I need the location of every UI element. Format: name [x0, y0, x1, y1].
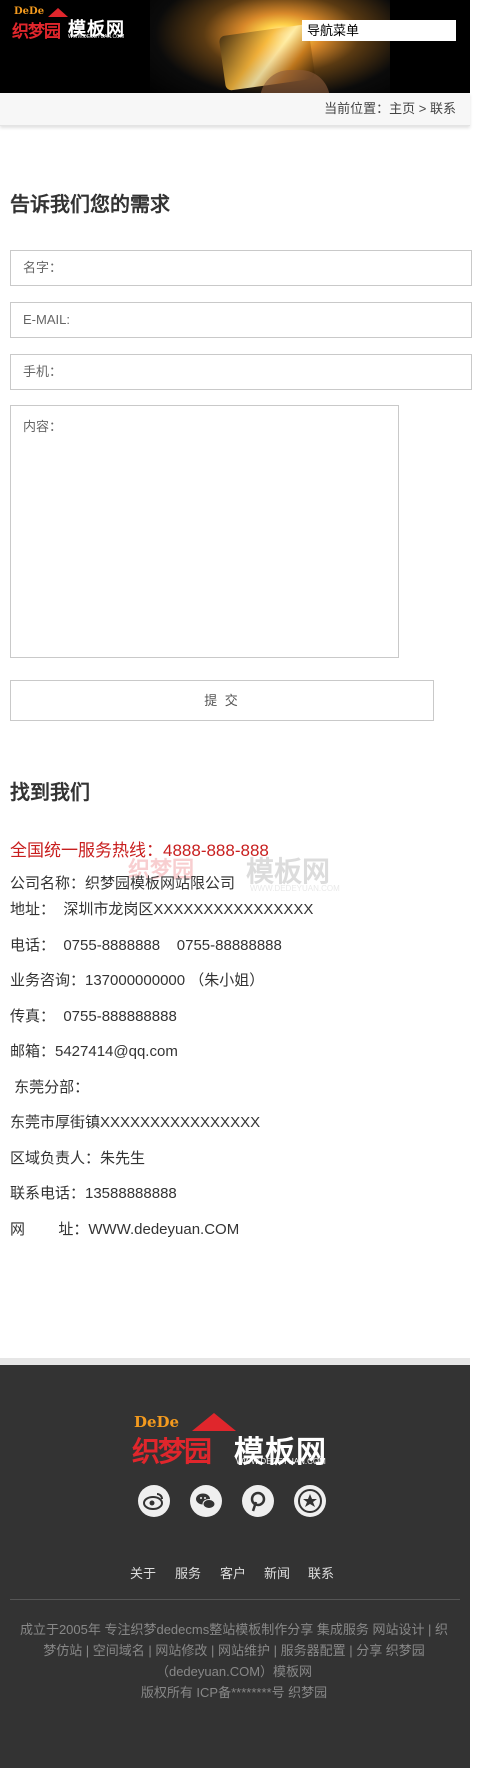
service-hotline: 全国统一服务热线：4888-888-888 — [10, 841, 269, 860]
footer-text-line-1: 成立于2005年 专注织梦dedecms整站模板制作分享 集成服务 网站设计 |… — [19, 1622, 449, 1637]
site-logo[interactable]: DeDe 织梦园 模板网 WWW.DEDEYUAN.COM — [10, 6, 125, 41]
contact-branch-manager: 区域负责人：朱先生 — [10, 1150, 146, 1167]
footer-logo[interactable]: DeDe 织梦园 模板网 WWW.DEDEYUAN.COM — [132, 1413, 334, 1471]
footer-nav-about[interactable]: 关于 — [130, 1563, 156, 1582]
footer-nav-news[interactable]: 新闻 — [264, 1563, 290, 1582]
content-textarea[interactable]: 内容： — [10, 405, 399, 658]
contact-branch-phone: 联系电话：13588888888 — [10, 1185, 177, 1202]
email-field[interactable]: E-MAIL: — [10, 302, 472, 338]
footer-logo-dede-text: DeDe — [134, 1413, 180, 1431]
watermark-text-c: WWW.DEDEYUAN.COM — [250, 884, 340, 893]
submit-button[interactable]: 提 交 — [10, 680, 434, 721]
contact-phone: 电话： 0755-8888888 0755-88888888 — [10, 937, 282, 954]
footer-divider — [0, 1358, 470, 1365]
footer-logo-roof-shape — [192, 1413, 236, 1431]
contact-company-name: 公司名称：织梦园模板网站限公司 — [10, 875, 236, 892]
site-footer: DeDe 织梦园 模板网 WWW.DEDEYUAN.COM 关于 服务 客户 新… — [0, 1365, 470, 1768]
nav-menu-button[interactable]: 导航菜单 — [302, 20, 456, 41]
footer-nav-contact[interactable]: 联系 — [308, 1563, 334, 1582]
footer-text-line-2: 梦仿站 | 空间域名 | 网站修改 | 网站维护 | 服务器配置 | 分享 织梦… — [43, 1643, 425, 1658]
wechat-icon[interactable] — [190, 1485, 222, 1517]
breadcrumb: 当前位置：主页 > 联系 — [0, 93, 470, 126]
contact-branch-address: 东莞市厚街镇XXXXXXXXXXXXXXXX — [10, 1114, 261, 1131]
page: DeDe 织梦园 模板网 WWW.DEDEYUAN.COM 导航菜单 当前位置：… — [0, 0, 470, 126]
logo-zmy-text: 织梦园 — [12, 22, 61, 41]
phone-field[interactable]: 手机： — [10, 354, 472, 390]
contact-email: 邮箱：5427414@qq.com — [10, 1043, 178, 1060]
footer-nav-services[interactable]: 服务 — [175, 1563, 201, 1582]
star-icon[interactable] — [294, 1485, 326, 1517]
footer-nav-clients[interactable]: 客户 — [220, 1563, 246, 1582]
contact-address: 地址： 深圳市龙岗区XXXXXXXXXXXXXXXX — [10, 901, 314, 918]
footer-logo-zmy-text: 织梦园 — [132, 1436, 212, 1467]
footer-logo-url-text: WWW.DEDEYUAN.COM — [236, 1457, 326, 1466]
weibo-icon[interactable] — [138, 1485, 170, 1517]
footer-copyright: 版权所有 ICP备********号 织梦园 — [140, 1685, 328, 1700]
contact-branch-title: 东莞分部： — [10, 1079, 90, 1096]
logo-dede-text: DeDe — [14, 6, 45, 17]
name-field[interactable]: 名字： — [10, 250, 472, 286]
pinterest-icon[interactable] — [242, 1485, 274, 1517]
footer-text-line-3: （dedeyuan.COM）模板网 — [155, 1664, 313, 1679]
form-title: 告诉我们您的需求 — [10, 194, 170, 216]
contact-website: 网 址：WWW.dedeyuan.COM — [10, 1221, 240, 1238]
logo-url-text: WWW.DEDEYUAN.COM — [68, 34, 125, 40]
contact-title: 找到我们 — [10, 782, 90, 804]
contact-business: 业务咨询：137000000000 （朱小姐） — [10, 972, 265, 989]
contact-fax: 传真： 0755-888888888 — [10, 1008, 177, 1025]
site-header: DeDe 织梦园 模板网 WWW.DEDEYUAN.COM 导航菜单 — [0, 0, 470, 93]
logo-roof-shape — [48, 8, 68, 17]
footer-line — [10, 1599, 460, 1600]
